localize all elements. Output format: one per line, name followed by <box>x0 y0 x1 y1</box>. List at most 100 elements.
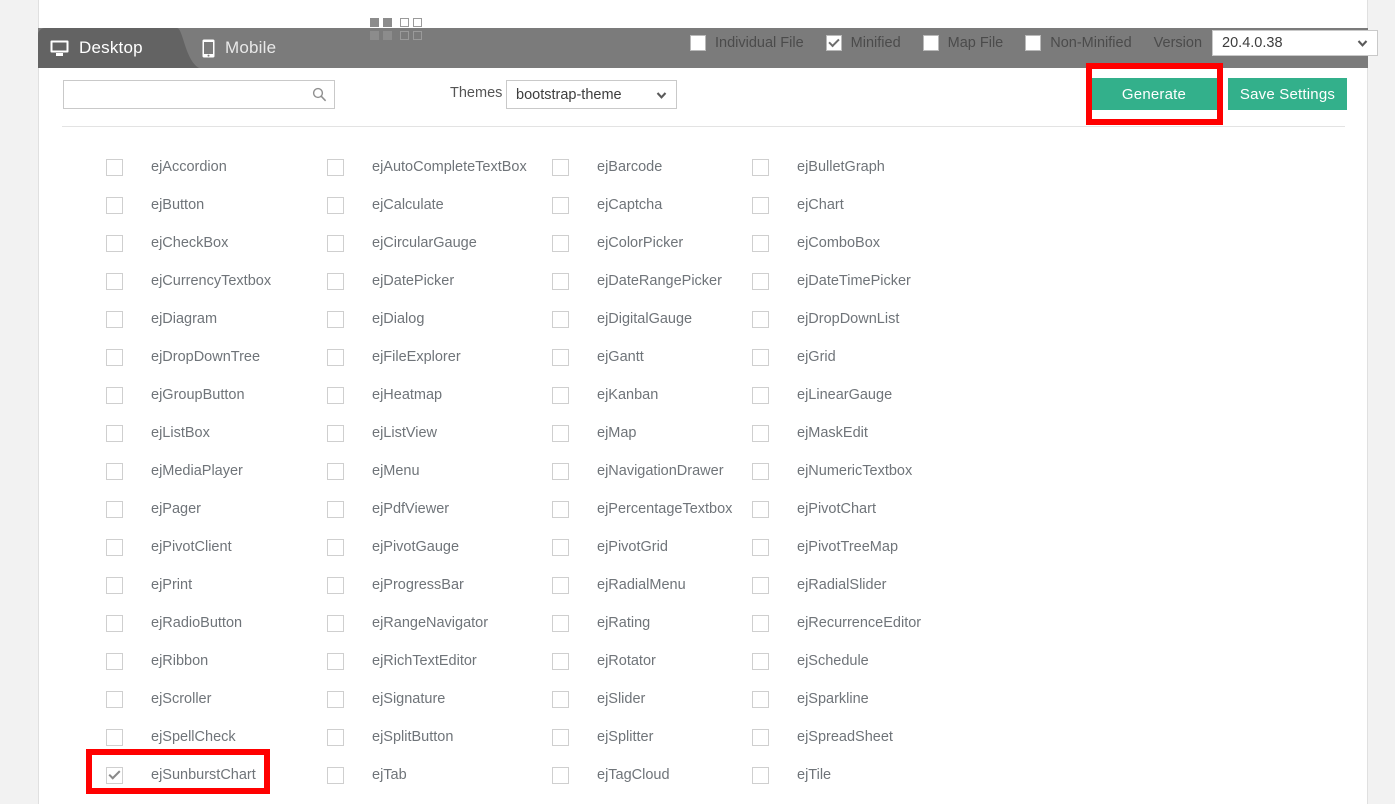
tab-mobile[interactable]: Mobile <box>198 28 328 68</box>
ejBulletGraph-checkbox[interactable] <box>752 158 769 176</box>
widget-item-ejKanban[interactable]: ejKanban <box>520 386 720 404</box>
option-individual-file[interactable]: Individual File <box>690 35 804 51</box>
ejDialog-checkbox[interactable] <box>327 310 344 328</box>
widget-item-ejRating[interactable]: ejRating <box>520 614 720 632</box>
widget-item-ejSplitButton[interactable]: ejSplitButton <box>295 728 520 746</box>
ejListView-checkbox[interactable] <box>327 424 344 442</box>
search-icon[interactable] <box>312 87 327 107</box>
ejCalculate-checkbox[interactable] <box>327 196 344 214</box>
search-input[interactable] <box>64 81 314 108</box>
ejSunburstChart-checkbox[interactable] <box>106 766 123 784</box>
ejKanban-checkbox[interactable] <box>552 386 569 404</box>
widget-item-ejListBox[interactable]: ejListBox <box>62 424 295 442</box>
widget-item-ejPivotTreeMap[interactable]: ejPivotTreeMap <box>720 538 960 556</box>
ejMap-checkbox[interactable] <box>552 424 569 442</box>
generate-button[interactable]: Generate <box>1090 78 1218 110</box>
widget-item-ejGrid[interactable]: ejGrid <box>720 348 960 366</box>
ejFileExplorer-checkbox[interactable] <box>327 348 344 366</box>
widget-item-ejScroller[interactable]: ejScroller <box>62 690 295 708</box>
widget-item-ejAccordion[interactable]: ejAccordion <box>62 158 295 176</box>
ejTab-checkbox[interactable] <box>327 766 344 784</box>
widget-item-ejListView[interactable]: ejListView <box>295 424 520 442</box>
widget-item-ejFileExplorer[interactable]: ejFileExplorer <box>295 348 520 366</box>
ejButton-checkbox[interactable] <box>106 196 123 214</box>
ejRibbon-checkbox[interactable] <box>106 652 123 670</box>
ejAutoCompleteTextBox-checkbox[interactable] <box>327 158 344 176</box>
ejScroller-checkbox[interactable] <box>106 690 123 708</box>
ejPercentageTextbox-checkbox[interactable] <box>552 500 569 518</box>
widget-item-ejSlider[interactable]: ejSlider <box>520 690 720 708</box>
save-settings-button[interactable]: Save Settings <box>1228 78 1347 110</box>
ejAccordion-checkbox[interactable] <box>106 158 123 176</box>
widget-item-ejPrint[interactable]: ejPrint <box>62 576 295 594</box>
ejProgressBar-checkbox[interactable] <box>327 576 344 594</box>
ejRangeNavigator-checkbox[interactable] <box>327 614 344 632</box>
widget-item-ejBulletGraph[interactable]: ejBulletGraph <box>720 158 960 176</box>
option-minified[interactable]: Minified <box>825 35 901 51</box>
widget-item-ejAutoCompleteTextBox[interactable]: ejAutoCompleteTextBox <box>295 158 527 176</box>
ejPrint-checkbox[interactable] <box>106 576 123 594</box>
widget-item-ejTile[interactable]: ejTile <box>720 766 960 784</box>
widget-item-ejPager[interactable]: ejPager <box>62 500 295 518</box>
ejHeatmap-checkbox[interactable] <box>327 386 344 404</box>
widget-item-ejGroupButton[interactable]: ejGroupButton <box>62 386 295 404</box>
widget-item-ejCheckBox[interactable]: ejCheckBox <box>62 234 295 252</box>
ejPivotGrid-checkbox[interactable] <box>552 538 569 556</box>
ejListBox-checkbox[interactable] <box>106 424 123 442</box>
widget-item-ejCircularGauge[interactable]: ejCircularGauge <box>295 234 520 252</box>
widget-item-ejSignature[interactable]: ejSignature <box>295 690 520 708</box>
ejDiagram-checkbox[interactable] <box>106 310 123 328</box>
ejRadialMenu-checkbox[interactable] <box>552 576 569 594</box>
ejCurrencyTextbox-checkbox[interactable] <box>106 272 123 290</box>
widget-item-ejNumericTextbox[interactable]: ejNumericTextbox <box>720 462 960 480</box>
ejPdfViewer-checkbox[interactable] <box>327 500 344 518</box>
widget-item-ejRadialMenu[interactable]: ejRadialMenu <box>520 576 720 594</box>
minified-checkbox[interactable] <box>825 35 842 51</box>
widget-item-ejMediaPlayer[interactable]: ejMediaPlayer <box>62 462 295 480</box>
ejCheckBox-checkbox[interactable] <box>106 234 123 252</box>
widget-item-ejMenu[interactable]: ejMenu <box>295 462 520 480</box>
widget-item-ejRichTextEditor[interactable]: ejRichTextEditor <box>295 652 520 670</box>
ejPivotChart-checkbox[interactable] <box>752 500 769 518</box>
widget-item-ejCurrencyTextbox[interactable]: ejCurrencyTextbox <box>62 272 295 290</box>
ejSpreadSheet-checkbox[interactable] <box>752 728 769 746</box>
widget-item-ejDiagram[interactable]: ejDiagram <box>62 310 295 328</box>
ejRichTextEditor-checkbox[interactable] <box>327 652 344 670</box>
ejComboBox-checkbox[interactable] <box>752 234 769 252</box>
ejMaskEdit-checkbox[interactable] <box>752 424 769 442</box>
widget-item-ejPivotGrid[interactable]: ejPivotGrid <box>520 538 720 556</box>
ejNumericTextbox-checkbox[interactable] <box>752 462 769 480</box>
widget-item-ejPdfViewer[interactable]: ejPdfViewer <box>295 500 520 518</box>
widget-item-ejLinearGauge[interactable]: ejLinearGauge <box>720 386 960 404</box>
ejRecurrenceEditor-checkbox[interactable] <box>752 614 769 632</box>
option-non-minified[interactable]: Non-Minified <box>1025 35 1132 51</box>
ejColorPicker-checkbox[interactable] <box>552 234 569 252</box>
ejMenu-checkbox[interactable] <box>327 462 344 480</box>
widget-item-ejRadioButton[interactable]: ejRadioButton <box>62 614 295 632</box>
widget-item-ejSpellCheck[interactable]: ejSpellCheck <box>62 728 295 746</box>
widget-item-ejDialog[interactable]: ejDialog <box>295 310 520 328</box>
ejSignature-checkbox[interactable] <box>327 690 344 708</box>
grid-view-filled-icon[interactable] <box>370 18 392 40</box>
widget-item-ejDropDownTree[interactable]: ejDropDownTree <box>62 348 295 366</box>
ejDateTimePicker-checkbox[interactable] <box>752 272 769 290</box>
option-map-file[interactable]: Map File <box>922 35 1003 51</box>
ejGrid-checkbox[interactable] <box>752 348 769 366</box>
ejDigitalGauge-checkbox[interactable] <box>552 310 569 328</box>
ejGroupButton-checkbox[interactable] <box>106 386 123 404</box>
widget-item-ejRangeNavigator[interactable]: ejRangeNavigator <box>295 614 520 632</box>
ejRotator-checkbox[interactable] <box>552 652 569 670</box>
ejCircularGauge-checkbox[interactable] <box>327 234 344 252</box>
map-file-checkbox[interactable] <box>922 35 939 51</box>
ejSparkline-checkbox[interactable] <box>752 690 769 708</box>
ejSpellCheck-checkbox[interactable] <box>106 728 123 746</box>
non-minified-checkbox[interactable] <box>1025 35 1042 51</box>
ejPivotClient-checkbox[interactable] <box>106 538 123 556</box>
widget-item-ejHeatmap[interactable]: ejHeatmap <box>295 386 520 404</box>
individual-file-checkbox[interactable] <box>690 35 706 51</box>
widget-item-ejPivotGauge[interactable]: ejPivotGauge <box>295 538 520 556</box>
ejRating-checkbox[interactable] <box>552 614 569 632</box>
widget-item-ejDropDownList[interactable]: ejDropDownList <box>720 310 960 328</box>
widget-item-ejNavigationDrawer[interactable]: ejNavigationDrawer <box>520 462 724 480</box>
widget-item-ejMap[interactable]: ejMap <box>520 424 720 442</box>
